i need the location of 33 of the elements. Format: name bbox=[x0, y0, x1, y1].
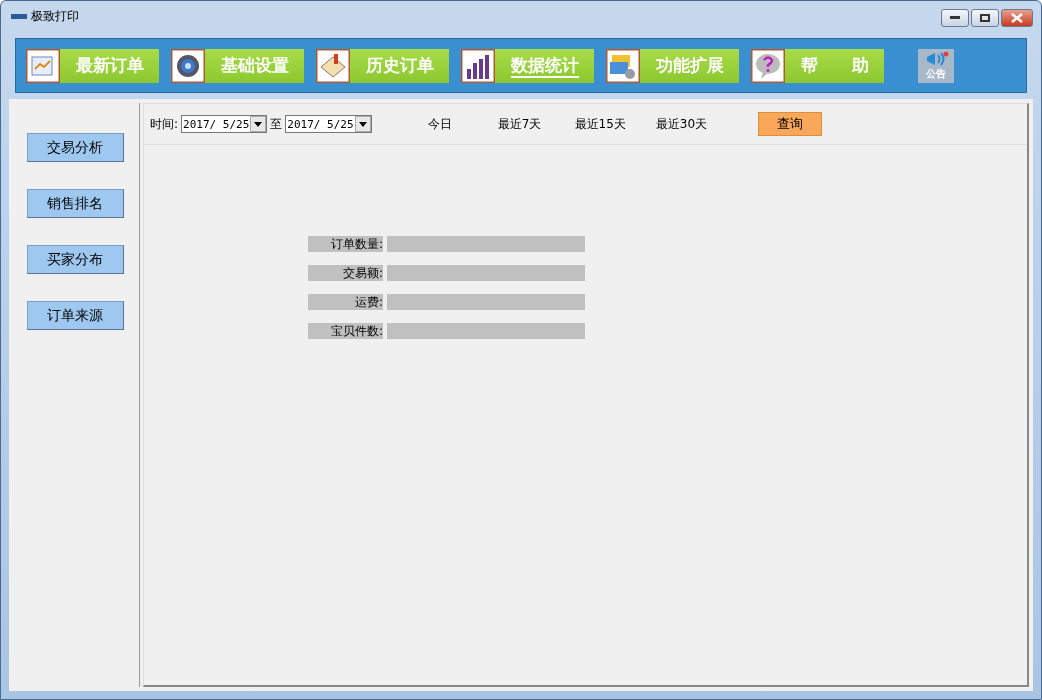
date-picker[interactable]: 2017/ 5/25 bbox=[181, 115, 268, 133]
query-button[interactable]: 查询 bbox=[758, 112, 823, 136]
stat-label: 运费: bbox=[308, 294, 383, 310]
sidebar-button[interactable]: 交易分析 bbox=[26, 133, 124, 162]
stat-label: 订单数量: bbox=[308, 236, 383, 252]
gear-icon[interactable] bbox=[171, 48, 205, 83]
close-icon bbox=[1011, 13, 1023, 23]
date-range-link[interactable]: 最近30天 bbox=[655, 115, 708, 133]
maximize-icon bbox=[980, 14, 990, 22]
stat-label: 交易额: bbox=[308, 265, 383, 281]
bar-chart-icon[interactable] bbox=[461, 48, 495, 83]
date-picker[interactable]: 2017/ 5/25 bbox=[285, 115, 372, 133]
date-range-link[interactable]: 最近15天 bbox=[574, 115, 626, 133]
cards-icon[interactable] bbox=[606, 48, 640, 83]
stat-label: 宝贝件数: bbox=[308, 323, 383, 339]
stamp-icon[interactable] bbox=[316, 48, 350, 83]
to-label: 至 bbox=[270, 115, 283, 133]
question-bubble-icon[interactable] bbox=[751, 48, 785, 83]
app-icon bbox=[11, 11, 27, 21]
dropdown-arrow-icon[interactable] bbox=[358, 121, 367, 127]
sidebar-button[interactable]: 订单来源 bbox=[26, 301, 124, 330]
maximize-button[interactable] bbox=[971, 9, 999, 27]
minimize-button[interactable] bbox=[941, 9, 969, 27]
chart-sheet-icon[interactable] bbox=[26, 48, 60, 83]
minimize-icon bbox=[950, 16, 960, 20]
sidebar-button[interactable]: 买家分布 bbox=[26, 245, 124, 274]
window-title: 极致打印 bbox=[31, 7, 79, 25]
sidebar-button[interactable]: 销售排名 bbox=[26, 189, 124, 218]
dropdown-arrow-icon[interactable] bbox=[254, 121, 263, 127]
date-range-link[interactable]: 最近7天 bbox=[494, 115, 545, 133]
time-label: 时间: bbox=[150, 115, 179, 133]
date-range-link[interactable]: 今日 bbox=[414, 115, 465, 133]
close-button[interactable] bbox=[1001, 9, 1033, 27]
